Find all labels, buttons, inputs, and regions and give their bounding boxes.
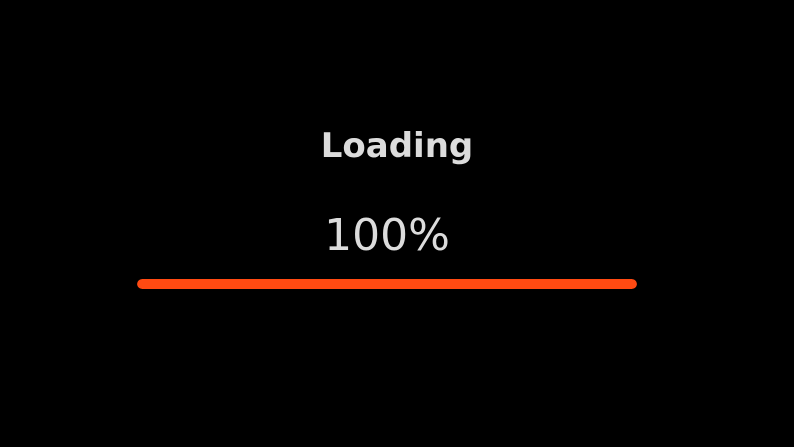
progress-percent-label: 100%: [324, 210, 450, 261]
progress-bar: [137, 279, 637, 289]
progress-bar-fill: [137, 279, 637, 289]
loading-title: Loading: [320, 126, 474, 166]
loading-screen: Loading 100%: [0, 0, 794, 447]
